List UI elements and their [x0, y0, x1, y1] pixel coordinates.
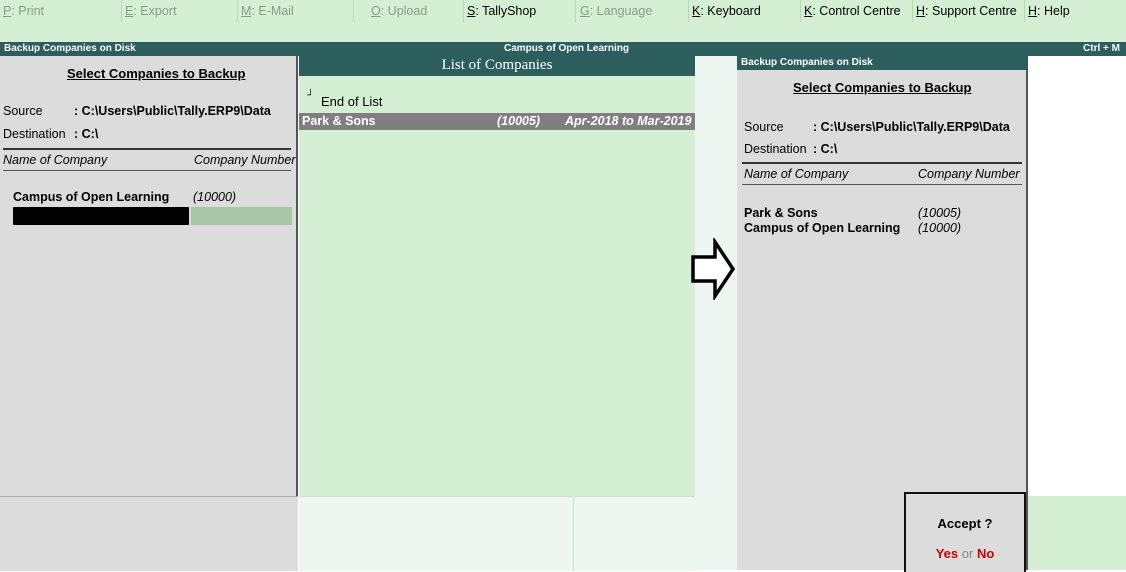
upload-button[interactable]: O: Upload: [368, 0, 464, 22]
source-path[interactable]: : C:\Users\Public\Tally.ERP9\Data: [74, 104, 271, 118]
screen-title: Backup Companies on Disk: [4, 43, 136, 54]
company-name: Campus of Open Learning: [13, 190, 170, 204]
form-title: Select Companies to Backup: [67, 66, 246, 81]
end-marker-icon: ┘: [307, 90, 315, 101]
right-green-strip: [1028, 496, 1126, 570]
destination-path[interactable]: : C:\: [74, 127, 98, 141]
gap: [695, 56, 737, 570]
company-number: (10000): [918, 221, 962, 235]
list-item-period: Apr-2018 to Mar-2019: [565, 114, 692, 128]
no-button[interactable]: No: [977, 546, 994, 561]
col-header-name: Name of Company: [3, 153, 108, 167]
source-label: Source: [3, 104, 43, 118]
footer-divider: [573, 497, 574, 571]
or-text: or: [961, 546, 974, 561]
accept-dialog: Accept ? Yes or No: [904, 492, 1026, 572]
company-name: Campus of Open Learning: [744, 221, 901, 235]
list-footer: [299, 496, 695, 571]
right-arrow-outline-icon: [690, 236, 736, 303]
end-of-list-item[interactable]: End of List: [321, 94, 382, 109]
export-button[interactable]: E: Export: [122, 0, 238, 22]
language-button[interactable]: G: Language: [577, 0, 689, 22]
divider: [3, 170, 291, 171]
screen-title: Backup Companies on Disk: [741, 57, 873, 68]
accept-question: Accept ?: [937, 516, 993, 531]
top-button-bar: P: Print E: Export M: E-Mail O: Upload S…: [0, 0, 1126, 42]
yes-button[interactable]: Yes: [936, 546, 958, 561]
divider: [742, 184, 1022, 185]
tallyshop-button[interactable]: S: TallyShop: [464, 0, 576, 22]
company-number-input[interactable]: [191, 207, 292, 225]
right-title-bar: Backup Companies on Disk: [737, 56, 1028, 70]
destination-label: Destination: [744, 142, 807, 156]
list-title: List of Companies: [299, 56, 695, 76]
support-centre-button[interactable]: H: Support Centre: [913, 0, 1025, 22]
destination-label: Destination: [3, 127, 66, 141]
help-button[interactable]: H: Help: [1025, 0, 1126, 22]
list-item-selected[interactable]: Park & Sons (10005) Apr-2018 to Mar-2019: [299, 113, 695, 130]
divider: [3, 148, 291, 150]
accept-options: Yes or No: [906, 546, 1024, 561]
print-button[interactable]: P: Print: [0, 0, 122, 22]
company-number: (10000): [193, 190, 237, 204]
shortcut-hint: Ctrl + M: [1083, 43, 1120, 54]
company-title: Campus of Open Learning: [504, 43, 630, 54]
title-bar: Backup Companies on Disk Campus of Open …: [0, 42, 1126, 56]
company-name-input[interactable]: [13, 207, 189, 225]
source-label: Source: [744, 120, 784, 134]
email-button[interactable]: M: E-Mail: [238, 0, 354, 22]
col-header-number: Company Number: [918, 167, 1020, 181]
backup-form-left: Select Companies to Backup Source : C:\U…: [0, 56, 298, 496]
list-item-number: (10005): [497, 114, 541, 128]
company-number: (10005): [918, 206, 962, 220]
left-footer: [0, 496, 298, 571]
form-title: Select Companies to Backup: [793, 80, 972, 95]
list-item-name: Park & Sons: [302, 114, 376, 128]
destination-path[interactable]: : C:\: [813, 142, 837, 156]
col-header-name: Name of Company: [744, 167, 849, 181]
control-centre-button[interactable]: K: Control Centre: [801, 0, 913, 22]
company-name: Park & Sons: [744, 206, 818, 220]
source-path[interactable]: : C:\Users\Public\Tally.ERP9\Data: [813, 120, 1010, 134]
col-header-number: Company Number: [194, 153, 296, 167]
divider: [742, 162, 1022, 164]
keyboard-button[interactable]: K: Keyboard: [689, 0, 801, 22]
